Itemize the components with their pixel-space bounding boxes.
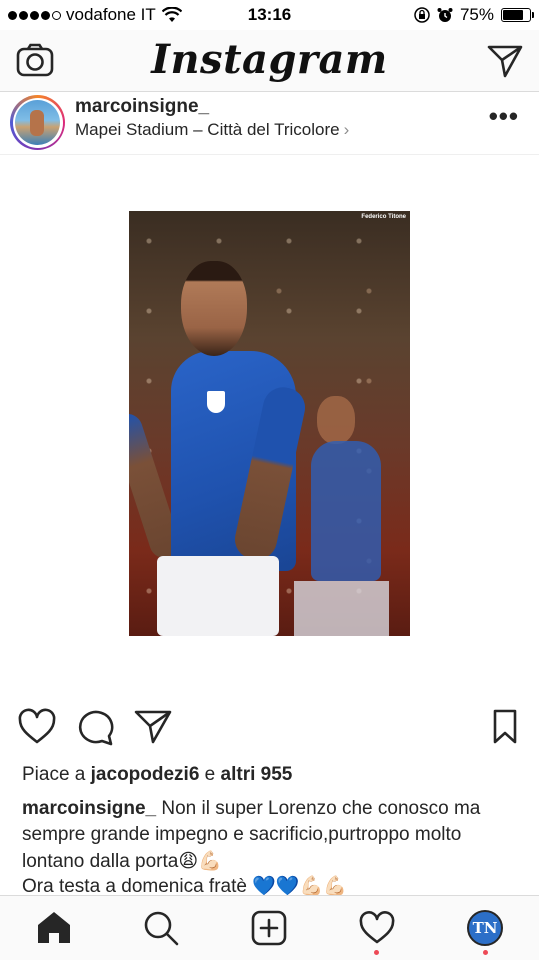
bookmark-icon[interactable] <box>486 708 524 746</box>
story-ring[interactable] <box>10 95 65 150</box>
status-right: 75% <box>414 5 534 25</box>
background-player-head <box>317 396 355 444</box>
post-location[interactable]: Mapei Stadium – Città del Tricolore › <box>75 120 349 140</box>
background-player-shorts <box>294 581 389 636</box>
likes-connector: e <box>199 764 221 785</box>
heart-icon[interactable] <box>18 708 56 746</box>
likes-others[interactable]: altri 955 <box>221 764 293 785</box>
likes-user[interactable]: jacopodezi6 <box>91 764 200 785</box>
avatar[interactable] <box>15 100 60 145</box>
action-bar <box>0 708 539 750</box>
search-icon[interactable] <box>143 910 179 946</box>
likes-prefix: Piace a <box>22 764 91 785</box>
post-username[interactable]: marcoinsigne_ <box>75 96 209 118</box>
profile-tab-avatar[interactable]: TN <box>467 910 503 946</box>
nav-bar: Instagram <box>0 30 539 92</box>
player-head <box>181 261 247 356</box>
caption-line2-text: Ora testa a domenica fratè <box>22 876 247 897</box>
battery-percent: 75% <box>459 5 494 24</box>
add-icon[interactable] <box>251 910 287 946</box>
status-bar: vodafone IT 13:16 75% <box>0 0 539 30</box>
share-icon[interactable] <box>134 708 172 746</box>
caption-username[interactable]: marcoinsigne_ <box>22 798 156 819</box>
send-icon[interactable] <box>487 44 523 78</box>
instagram-logo: Instagram <box>151 36 388 83</box>
chevron-right-icon: › <box>343 120 350 139</box>
caption-line2-emojis: 💙💙💪🏻💪🏻 <box>252 875 347 897</box>
activity-notification-dot <box>374 950 379 955</box>
photo-credit: Federico Titone <box>361 214 406 220</box>
jersey-crest <box>207 391 225 413</box>
more-icon[interactable]: ••• <box>489 103 519 129</box>
location-label: Mapei Stadium – Città del Tricolore <box>75 120 340 139</box>
orientation-lock-icon <box>414 7 430 23</box>
comment-icon[interactable] <box>76 708 114 746</box>
alarm-icon <box>437 8 453 22</box>
caption-emojis: 😩💪🏻 <box>178 850 222 872</box>
background-player-body <box>311 441 381 581</box>
tab-bar: TN <box>0 895 539 960</box>
likes-summary[interactable]: Piace a jacopodezi6 e altri 955 <box>22 764 292 786</box>
post-image[interactable]: Federico Titone <box>129 211 410 636</box>
post-header: marcoinsigne_ Mapei Stadium – Città del … <box>0 93 539 155</box>
battery-icon <box>501 8 534 22</box>
activity-icon[interactable] <box>359 910 395 946</box>
battery-fill <box>503 10 523 20</box>
player-shorts <box>157 556 279 636</box>
home-icon[interactable] <box>36 910 72 946</box>
profile-notification-dot <box>483 950 488 955</box>
post-caption: marcoinsigne_ Non il super Lorenzo che c… <box>22 796 527 875</box>
